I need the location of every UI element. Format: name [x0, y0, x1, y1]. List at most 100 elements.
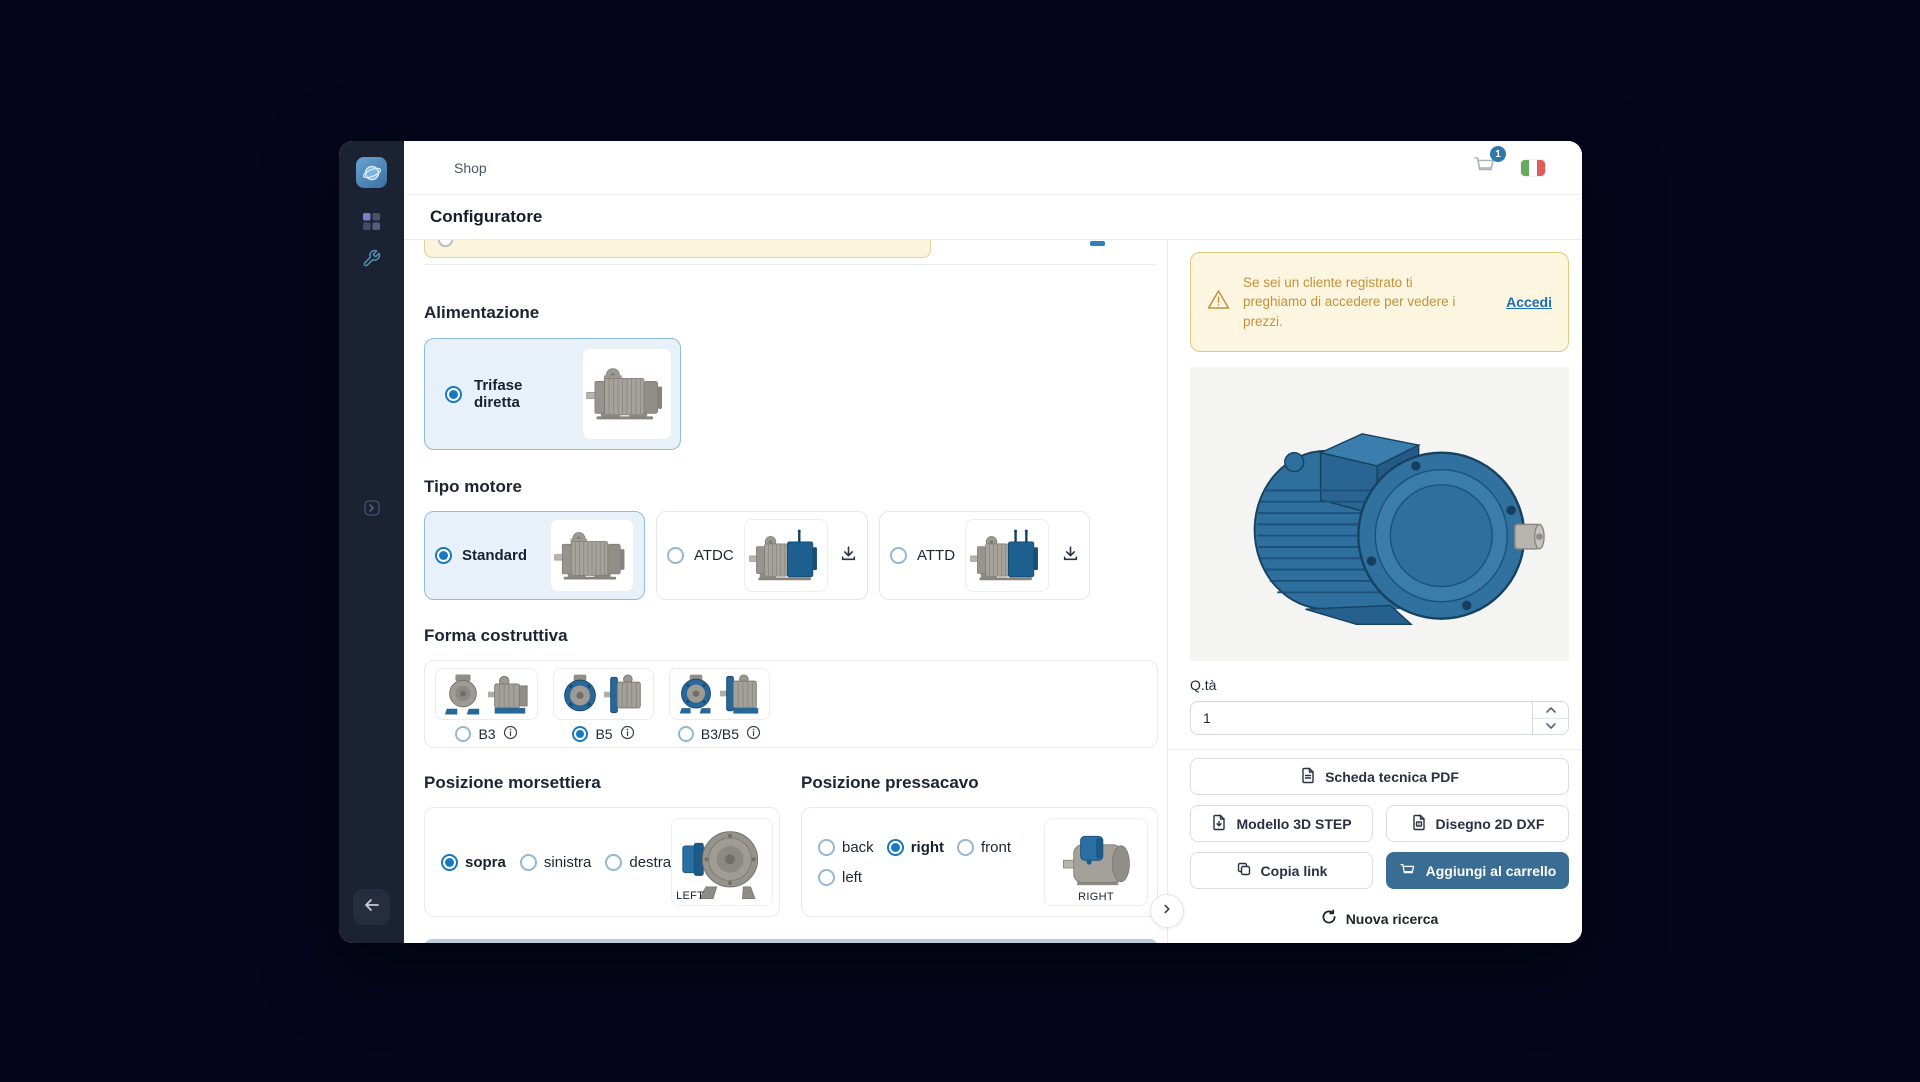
- radio-attd[interactable]: [890, 547, 907, 564]
- option-label: B5: [595, 726, 612, 742]
- option-card-standard[interactable]: Standard: [424, 511, 645, 600]
- motor-image-b5: [553, 668, 654, 720]
- motor-image-gray: [582, 348, 672, 440]
- app-logo-icon[interactable]: [356, 157, 387, 188]
- file-buttons-row: Modello 3D STEP Disegno 2D DXF: [1190, 805, 1569, 842]
- sidebar-collapse-button[interactable]: [353, 889, 390, 925]
- sidebar-item-login[interactable]: [355, 493, 389, 527]
- cart-icon: [1399, 861, 1417, 881]
- quantity-label: Q.tà: [1190, 677, 1569, 693]
- cart-button[interactable]: 1: [1472, 153, 1498, 182]
- new-search-button[interactable]: Nuova ricerca: [1190, 909, 1569, 928]
- radio-b3b5[interactable]: [678, 726, 694, 742]
- radio-b5[interactable]: [572, 726, 588, 742]
- forma-option-b5[interactable]: B5: [553, 668, 654, 747]
- summary-panel: Se sei un cliente registrato ti preghiam…: [1167, 240, 1582, 943]
- main-area: Shop 1 Configuratore: [404, 141, 1582, 943]
- stepper-down-button[interactable]: [1533, 718, 1568, 735]
- model-3d-step-button[interactable]: Modello 3D STEP: [1190, 805, 1373, 842]
- page-header: Configuratore: [404, 195, 1582, 240]
- add-to-cart-button[interactable]: Aggiungi al carrello: [1386, 852, 1569, 889]
- morsettiera-image: LEFT: [671, 818, 773, 906]
- option-card-atdc[interactable]: ATDC: [656, 511, 868, 600]
- drawing-2d-dxf-button[interactable]: Disegno 2D DXF: [1386, 805, 1569, 842]
- back-arrow-icon: [364, 898, 380, 917]
- option-label: B3/B5: [701, 726, 739, 742]
- option-right[interactable]: right: [887, 839, 944, 856]
- option-card-trifase-diretta[interactable]: Trifase diretta: [424, 338, 681, 450]
- sidebar-item-configurator[interactable]: [355, 244, 389, 278]
- copy-link-button[interactable]: Copia link: [1190, 852, 1373, 889]
- product-preview-image: [1190, 367, 1569, 661]
- breadcrumb-shop[interactable]: Shop: [454, 160, 487, 176]
- accedi-link[interactable]: Accedi: [1506, 294, 1552, 310]
- radio-standard[interactable]: [435, 547, 452, 564]
- cutoff-selected-card[interactable]: [424, 240, 931, 258]
- quantity-input[interactable]: [1191, 702, 1532, 734]
- cutoff-radio: [438, 240, 453, 247]
- quantity-stepper: [1532, 702, 1568, 734]
- chevron-right-icon: [1160, 902, 1174, 921]
- configurator-scroll-area[interactable]: Alimentazione Trifase diretta: [404, 240, 1167, 943]
- file-drawing-icon: [1411, 814, 1427, 834]
- download-icon[interactable]: [840, 545, 857, 567]
- forma-option-b3b5[interactable]: B3/B5: [669, 668, 770, 747]
- download-icon[interactable]: [1062, 545, 1079, 567]
- section-title-alimentazione: Alimentazione: [424, 303, 1167, 323]
- radio-b3[interactable]: [455, 726, 471, 742]
- option-front[interactable]: front: [957, 839, 1011, 856]
- radio-right[interactable]: [887, 839, 904, 856]
- previous-section-cutoff: [424, 240, 1158, 258]
- option-sopra[interactable]: sopra: [441, 854, 506, 871]
- section-title-forma-costruttiva: Forma costruttiva: [424, 626, 1167, 646]
- info-icon[interactable]: [620, 725, 635, 743]
- option-card-attd[interactable]: ATTD: [879, 511, 1090, 600]
- radio-trifase-diretta[interactable]: [445, 386, 462, 403]
- alert-message: Se sei un cliente registrato ti preghiam…: [1243, 273, 1465, 332]
- motor-image-attd: [965, 519, 1049, 592]
- radio-left[interactable]: [818, 869, 835, 886]
- option-destra[interactable]: destra: [605, 854, 671, 871]
- warning-triangle-icon: [1207, 289, 1230, 315]
- option-label: Standard: [462, 547, 527, 564]
- option-left[interactable]: left: [818, 869, 1011, 886]
- copy-icon: [1236, 861, 1252, 880]
- radio-front[interactable]: [957, 839, 974, 856]
- section-title-posizione-pressacavo: Posizione pressacavo: [801, 773, 979, 793]
- tipo-motore-cards: Standard: [424, 511, 1167, 600]
- file-download-icon: [1211, 814, 1227, 834]
- motor-image-standard: [550, 519, 634, 592]
- login-icon: [362, 498, 382, 523]
- content-row: Alimentazione Trifase diretta: [404, 240, 1582, 943]
- quantity-field: [1190, 701, 1569, 735]
- radio-sinistra[interactable]: [520, 854, 537, 871]
- wrench-icon: [362, 249, 381, 273]
- posizione-morsettiera-box: sopra sinistra destra: [424, 807, 780, 917]
- cutoff-checkbox[interactable]: [1090, 241, 1105, 246]
- italy-flag-icon[interactable]: [1520, 159, 1546, 177]
- motor-image-atdc: [744, 519, 828, 592]
- forma-option-b3[interactable]: B3: [435, 668, 538, 747]
- app-window: Shop 1 Configuratore: [339, 141, 1582, 943]
- option-sinistra[interactable]: sinistra: [520, 854, 592, 871]
- position-boxes-row: sopra sinistra destra: [424, 807, 1167, 917]
- stepper-up-button[interactable]: [1533, 702, 1568, 718]
- topbar: Shop 1: [404, 141, 1582, 195]
- info-icon[interactable]: [503, 725, 518, 743]
- panel-expand-button[interactable]: [1150, 894, 1184, 928]
- radio-destra[interactable]: [605, 854, 622, 871]
- radio-back[interactable]: [818, 839, 835, 856]
- image-label-left: LEFT: [676, 890, 704, 902]
- panel-divider: [1168, 749, 1582, 750]
- section-divider: [424, 264, 1157, 265]
- image-label-right: RIGHT: [1044, 891, 1148, 903]
- option-back[interactable]: back: [818, 839, 874, 856]
- datasheet-pdf-button[interactable]: Scheda tecnica PDF: [1190, 758, 1569, 795]
- section-title-tipo-motore: Tipo motore: [424, 477, 1167, 497]
- radio-atdc[interactable]: [667, 547, 684, 564]
- sidebar-item-dashboard[interactable]: [355, 207, 389, 241]
- info-icon[interactable]: [746, 725, 761, 743]
- option-label: B3: [478, 726, 495, 742]
- position-titles-row: Posizione morsettiera Posizione pressaca…: [424, 773, 1167, 793]
- radio-sopra[interactable]: [441, 854, 458, 871]
